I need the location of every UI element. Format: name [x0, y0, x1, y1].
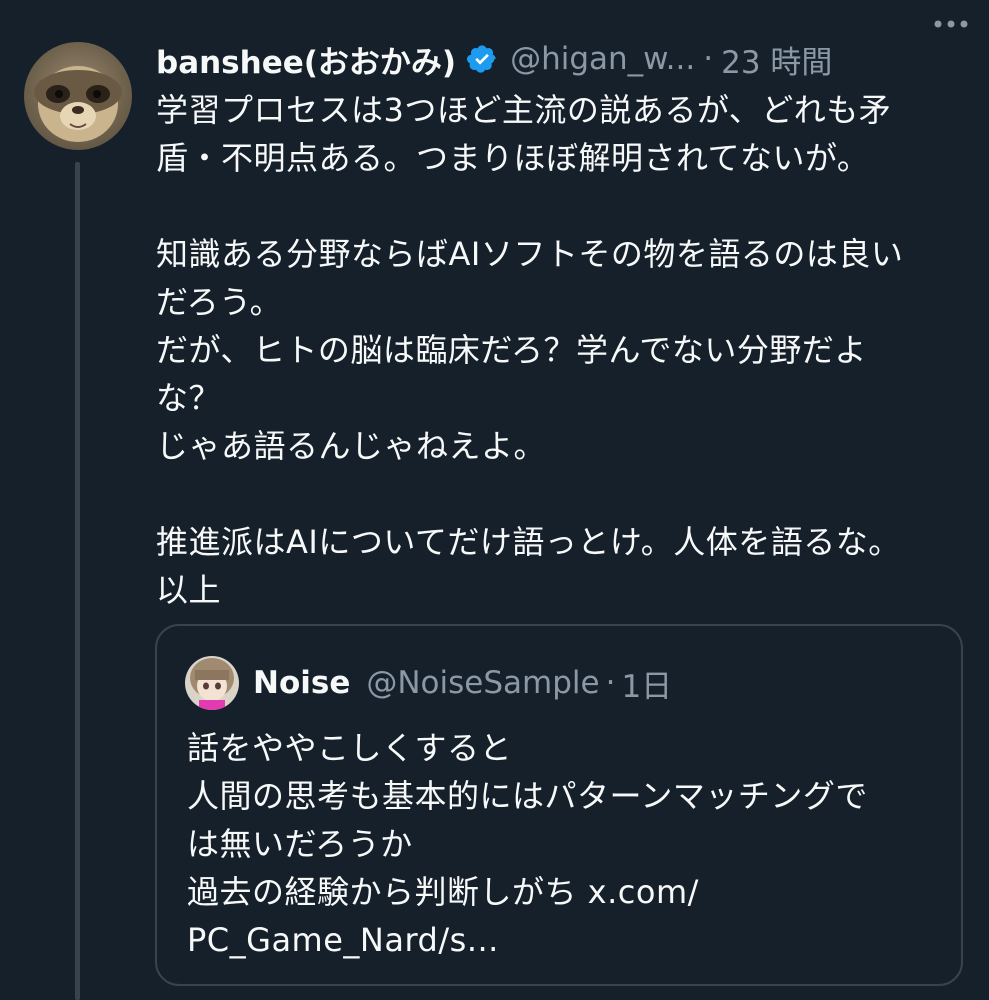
quoted-header-separator: · [605, 665, 616, 701]
tweet-timestamp[interactable]: 23 時間 [721, 37, 832, 82]
author-display-name[interactable]: banshee(おおかみ) [156, 37, 456, 82]
user-avatar[interactable] [24, 42, 132, 150]
more-horizontal-icon [934, 20, 968, 28]
tweet[interactable]: banshee(おおかみ) @higan_w... · 23 時間 学習プロセス… [0, 0, 989, 1000]
quoted-tweet-body-text: 話をややこしくすると 人間の思考も基本的にはパターンマッチングで は無いだろうか… [187, 729, 868, 959]
quoted-tweet-timestamp: 1日 [621, 668, 673, 705]
header-separator: · [703, 41, 714, 77]
quoted-author-display-name: Noise [253, 665, 351, 701]
tweet-body-text: 学習プロセスは3つほど主流の説あるが、どれも矛 盾・不明点ある。つまりほぼ解明さ… [156, 91, 904, 609]
quoted-tweet-header: Noise @NoiseSample · 1日 [253, 656, 672, 710]
verified-badge-icon [466, 43, 498, 75]
anime-avatar-image [185, 656, 239, 710]
quoted-author-handle: @NoiseSample [366, 665, 600, 701]
quoted-tweet-card[interactable]: Noise @NoiseSample · 1日 話をややこしくすると 人間の思考… [155, 624, 963, 986]
ferret-avatar-image [24, 42, 132, 150]
thread-connector-line [75, 162, 80, 1000]
tweet-header: banshee(おおかみ) @higan_w... · 23 時間 [156, 34, 976, 84]
more-options-button[interactable] [931, 4, 971, 44]
author-handle[interactable]: @higan_w... [510, 41, 695, 77]
quoted-user-avatar[interactable] [185, 656, 239, 710]
